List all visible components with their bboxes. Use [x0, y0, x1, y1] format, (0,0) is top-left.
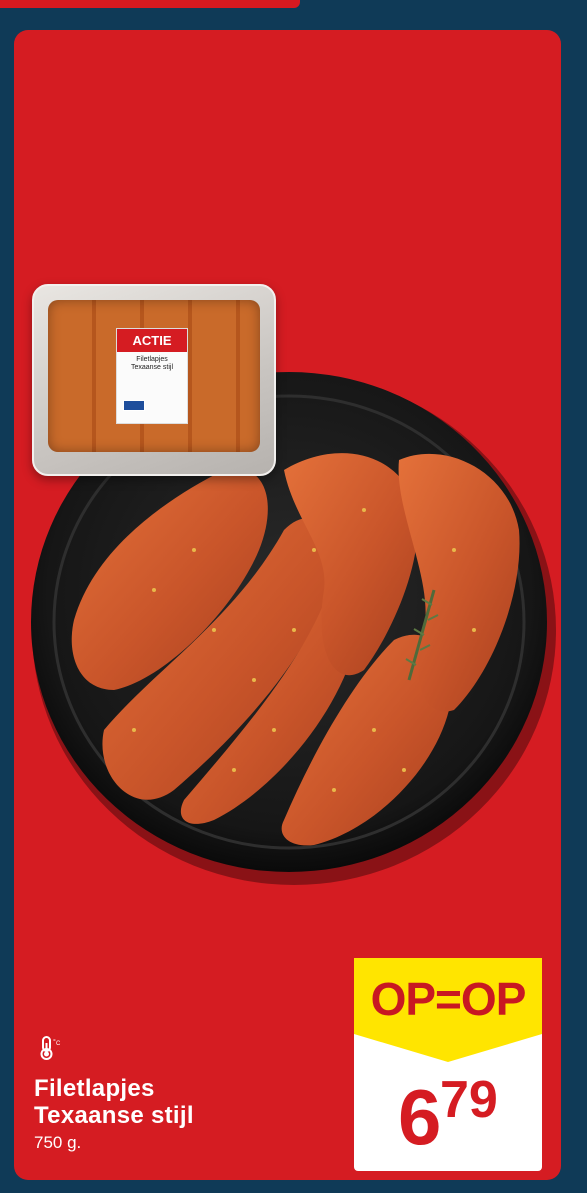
product-name: Filetlapjes Texaanse stijl	[34, 1075, 194, 1129]
top-strip	[0, 0, 300, 8]
package-actie-badge: ACTIE	[117, 329, 187, 352]
package-product-name: Filetlapjes Texaanse stijl	[130, 356, 174, 371]
price: 6 79	[354, 1070, 542, 1170]
price-euros: 6	[398, 1073, 442, 1161]
product-weight: 750 g.	[34, 1133, 82, 1152]
svg-text:C: C	[56, 1041, 61, 1047]
price-cents: 79	[440, 1071, 498, 1129]
thermometer-cold-icon: ° C	[38, 1035, 61, 1061]
package-label: ACTIE Filetlapjes Texaanse stijl	[116, 328, 188, 424]
product-info: ° C Filetlapjes Texaanse stijl 750 g.	[34, 1035, 254, 1153]
price-badge[interactable]: OP=OP 6 79	[354, 958, 542, 1171]
promo-card[interactable]: ACTIE Filetlapjes Texaanse stijl ° C Fil…	[14, 30, 561, 1180]
package-brand-logo	[123, 400, 145, 411]
op-op-banner: OP=OP	[354, 958, 542, 1066]
product-package: ACTIE Filetlapjes Texaanse stijl	[32, 284, 276, 476]
op-op-label: OP=OP	[370, 973, 527, 1025]
